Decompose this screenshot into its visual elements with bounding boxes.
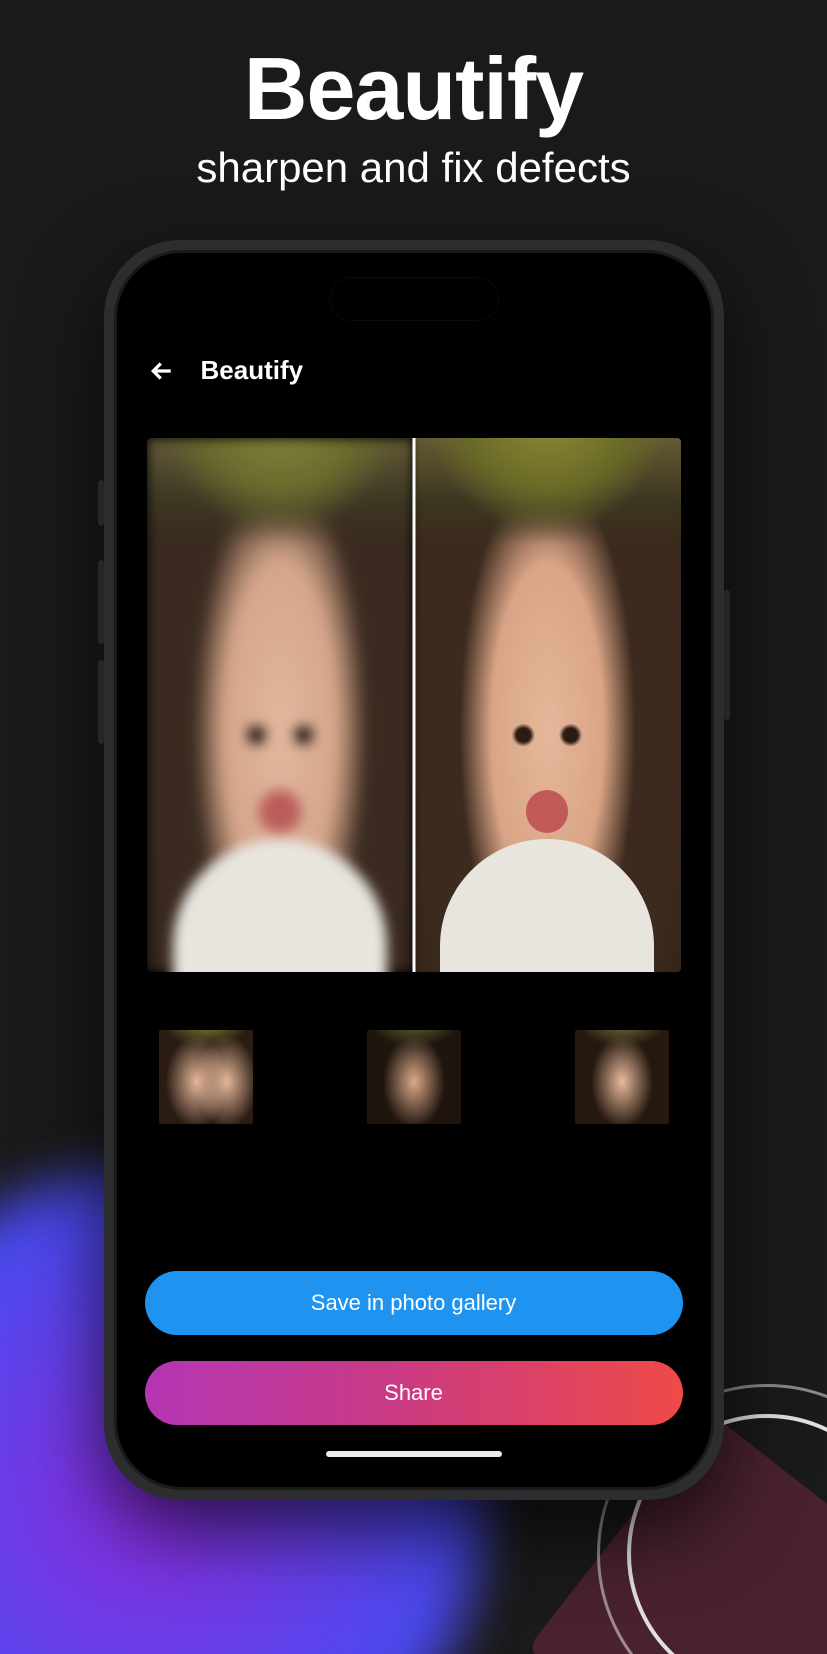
hero-subtitle: sharpen and fix defects: [0, 144, 827, 192]
phone-side-button: [724, 590, 730, 720]
phone-mockup: Beautify Save in photo gallery Share: [104, 240, 724, 1500]
phone-side-button: [98, 560, 104, 644]
marketing-hero: Beautify sharpen and fix defects: [0, 0, 827, 192]
topbar: Beautify: [141, 349, 687, 390]
thumbnail-strip: [141, 1030, 687, 1124]
thumbnail-item[interactable]: [367, 1030, 461, 1124]
thumbnail-item[interactable]: [159, 1030, 253, 1124]
save-button[interactable]: Save in photo gallery: [145, 1271, 683, 1335]
app-screen: Beautify Save in photo gallery Share: [117, 253, 711, 1487]
phone-side-button: [98, 480, 104, 526]
dynamic-island: [329, 277, 499, 321]
action-buttons: Save in photo gallery Share: [141, 1271, 687, 1435]
page-title: Beautify: [201, 355, 304, 386]
hero-title: Beautify: [0, 38, 827, 140]
back-arrow-icon[interactable]: [147, 356, 177, 386]
phone-side-button: [98, 660, 104, 744]
thumbnail-item[interactable]: [575, 1030, 669, 1124]
home-indicator: [326, 1451, 502, 1457]
share-button[interactable]: Share: [145, 1361, 683, 1425]
before-after-preview[interactable]: [147, 438, 681, 972]
slider-divider[interactable]: [412, 438, 415, 972]
